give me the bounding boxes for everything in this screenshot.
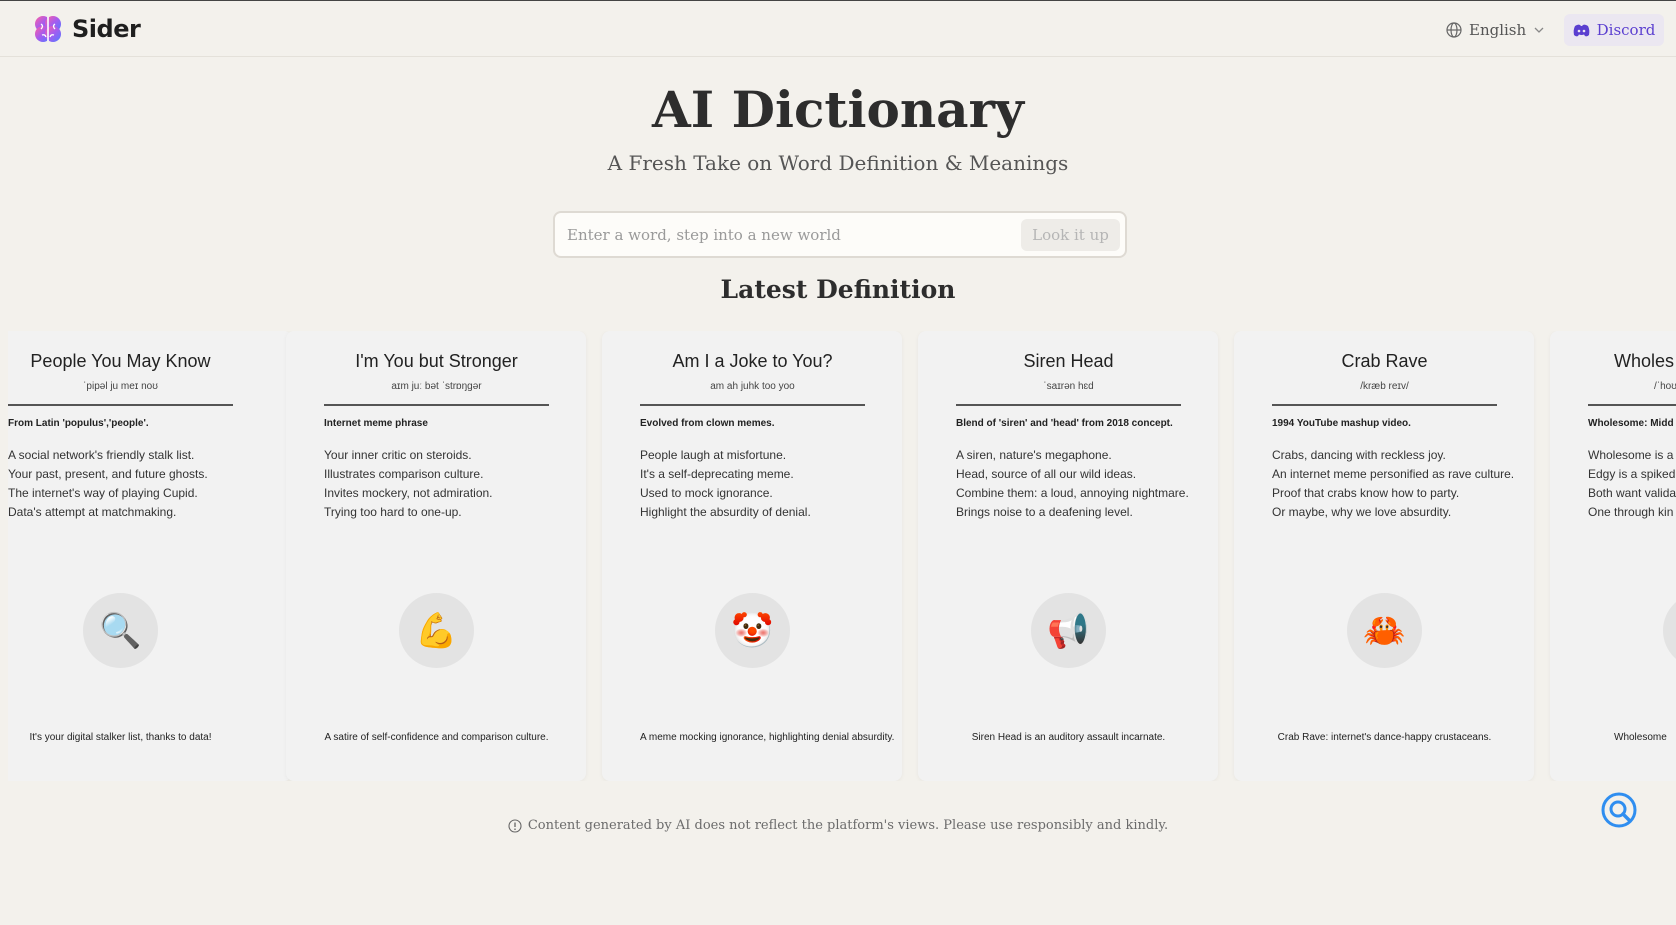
card-phonetic: aɪm juː bət ˈstrɒŋɡər <box>391 381 482 392</box>
card-summary: A satire of self-confidence and comparis… <box>324 732 549 743</box>
definition-line: Invites mockery, not admiration. <box>324 486 493 500</box>
definition-line: Data's attempt at matchmaking. <box>8 505 177 519</box>
definition-card[interactable]: Am I a Joke to You? am ah juhk too yoo E… <box>602 331 902 781</box>
definition-line: Head, source of all our wild ideas. <box>956 467 1137 481</box>
card-etymology: 1994 YouTube mashup video. <box>1272 418 1411 429</box>
card-divider <box>640 404 865 406</box>
card-etymology: Evolved from clown memes. <box>640 418 775 429</box>
card-phonetic: ˈpipəl ju meɪ noʊ <box>83 381 158 392</box>
sider-assistant-button[interactable] <box>1600 791 1638 829</box>
top-nav: Sider English Discord <box>0 1 1676 57</box>
card-divider <box>1272 404 1497 406</box>
card-etymology: Internet meme phrase <box>324 418 428 429</box>
definition-line: The internet's way of playing Cupid. <box>8 486 198 500</box>
card-etymology: Blend of 'siren' and 'head' from 2018 co… <box>956 418 1173 429</box>
card-summary: Crab Rave: internet's dance-happy crusta… <box>1277 732 1492 743</box>
latest-definition-heading: Latest Definition <box>720 275 956 304</box>
card-word: People You May Know <box>30 351 211 371</box>
definition-line: Illustrates comparison culture. <box>324 467 484 481</box>
definition-card[interactable]: People You May Know ˈpipəl ju meɪ noʊ Fr… <box>8 331 292 781</box>
card-divider <box>8 404 233 406</box>
definition-card[interactable]: I'm You but Stronger aɪm juː bət ˈstrɒŋɡ… <box>286 331 586 781</box>
definition-line: Crabs, dancing with reckless joy. <box>1272 448 1446 462</box>
clown-face-icon: 🤡 <box>715 593 790 668</box>
definition-line: Proof that crabs know how to party. <box>1272 486 1460 500</box>
card-definitions: People laugh at misfortune. It's a self-… <box>640 446 930 522</box>
definition-line: People laugh at misfortune. <box>640 448 787 462</box>
chevron-down-icon <box>1534 27 1544 33</box>
magnifying-glass-icon: 🔍 <box>83 593 158 668</box>
definition-card[interactable]: Crab Rave /kræb reɪv/ 1994 YouTube mashu… <box>1234 331 1534 781</box>
card-definitions: A siren, nature's megaphone. Head, sourc… <box>956 446 1246 522</box>
card-divider <box>1588 404 1676 406</box>
discord-label: Discord <box>1596 21 1656 39</box>
page-subtitle: A Fresh Take on Word Definition & Meanin… <box>607 151 1069 175</box>
definition-line: Brings noise to a deafening level. <box>956 505 1133 519</box>
definition-line: A siren, nature's megaphone. <box>956 448 1112 462</box>
definition-card[interactable]: Siren Head ˈsaɪrən hɛd Blend of 'siren' … <box>918 331 1218 781</box>
card-word: I'm You but Stronger <box>355 351 518 371</box>
definition-line: Your inner critic on steroids. <box>324 448 472 462</box>
card-definitions: Crabs, dancing with reckless joy. An int… <box>1272 446 1562 522</box>
info-icon <box>508 818 522 833</box>
brain-logo-icon <box>35 16 61 42</box>
discord-button[interactable]: Discord <box>1564 14 1664 46</box>
card-etymology: From Latin 'populus','people'. <box>8 418 149 429</box>
discord-icon <box>1573 24 1589 36</box>
brand-name: Sider <box>72 15 141 43</box>
definition-line: Trying too hard to one-up. <box>324 505 462 519</box>
definition-line: Or maybe, why we love absurdity. <box>1272 505 1452 519</box>
card-word: Wholes <box>1614 351 1675 371</box>
card-word: Siren Head <box>1023 351 1114 371</box>
language-label: English <box>1469 21 1527 39</box>
globe-icon <box>1446 22 1462 38</box>
definition-cards-carousel[interactable]: People You May Know ˈpipəl ju meɪ noʊ Fr… <box>8 331 1676 781</box>
definition-line: One through kin <box>1588 505 1674 519</box>
card-phonetic: /kræb reɪv/ <box>1360 381 1409 392</box>
search-bar: Look it up <box>553 211 1127 258</box>
definition-line: It's a self-deprecating meme. <box>640 467 794 481</box>
flexed-biceps-icon: 💪 <box>399 593 474 668</box>
definition-line: Edgy is a spiked <box>1588 467 1676 481</box>
definition-line: Wholesome is a <box>1588 448 1674 462</box>
assistant-search-icon <box>1601 792 1637 828</box>
definition-line: A social network's friendly stalk list. <box>8 448 195 462</box>
card-etymology: Wholesome: Midd <box>1588 418 1674 429</box>
card-summary: It's your digital stalker list, thanks t… <box>29 732 212 743</box>
card-summary: Siren Head is an auditory assault incarn… <box>971 732 1166 743</box>
megaphone-icon: 📢 <box>1031 593 1106 668</box>
card-word: Crab Rave <box>1341 351 1428 371</box>
card-summary: Wholesome <box>1614 732 1667 743</box>
definition-line: Both want valida <box>1588 486 1676 500</box>
definition-line: Used to mock ignorance. <box>640 486 773 500</box>
card-definitions: Your inner critic on steroids. Illustrat… <box>324 446 614 522</box>
page-title: AI Dictionary <box>652 80 1024 139</box>
card-phonetic: /ˈhoʊ <box>1654 381 1676 392</box>
card-definitions: Wholesome is a Edgy is a spiked Both wan… <box>1588 446 1676 522</box>
card-definitions: A social network's friendly stalk list. … <box>8 446 298 522</box>
card-summary: A meme mocking ignorance, highlighting d… <box>640 732 895 743</box>
brand-logo[interactable]: Sider <box>32 13 141 45</box>
partial-card-icon: 🦀 <box>1663 593 1676 668</box>
look-it-up-button[interactable]: Look it up <box>1021 219 1120 251</box>
card-divider <box>324 404 549 406</box>
search-input[interactable] <box>567 213 1007 256</box>
definition-card[interactable]: Wholes /ˈhoʊ Wholesome: Midd Wholesome i… <box>1550 331 1676 781</box>
ai-disclaimer: Content generated by AI does not reflect… <box>0 818 1676 833</box>
definition-line: Highlight the absurdity of denial. <box>640 505 811 519</box>
disclaimer-text: Content generated by AI does not reflect… <box>527 818 1169 833</box>
crab-icon: 🦀 <box>1347 593 1422 668</box>
card-word: Am I a Joke to You? <box>672 351 833 371</box>
card-divider <box>956 404 1181 406</box>
card-phonetic: am ah juhk too yoo <box>710 381 795 392</box>
card-phonetic: ˈsaɪrən hɛd <box>1043 381 1094 392</box>
definition-line: Your past, present, and future ghosts. <box>8 467 208 481</box>
language-selector[interactable]: English <box>1446 18 1545 42</box>
definition-line: An internet meme personified as rave cul… <box>1272 467 1515 481</box>
definition-line: Combine them: a loud, annoying nightmare… <box>956 486 1189 500</box>
